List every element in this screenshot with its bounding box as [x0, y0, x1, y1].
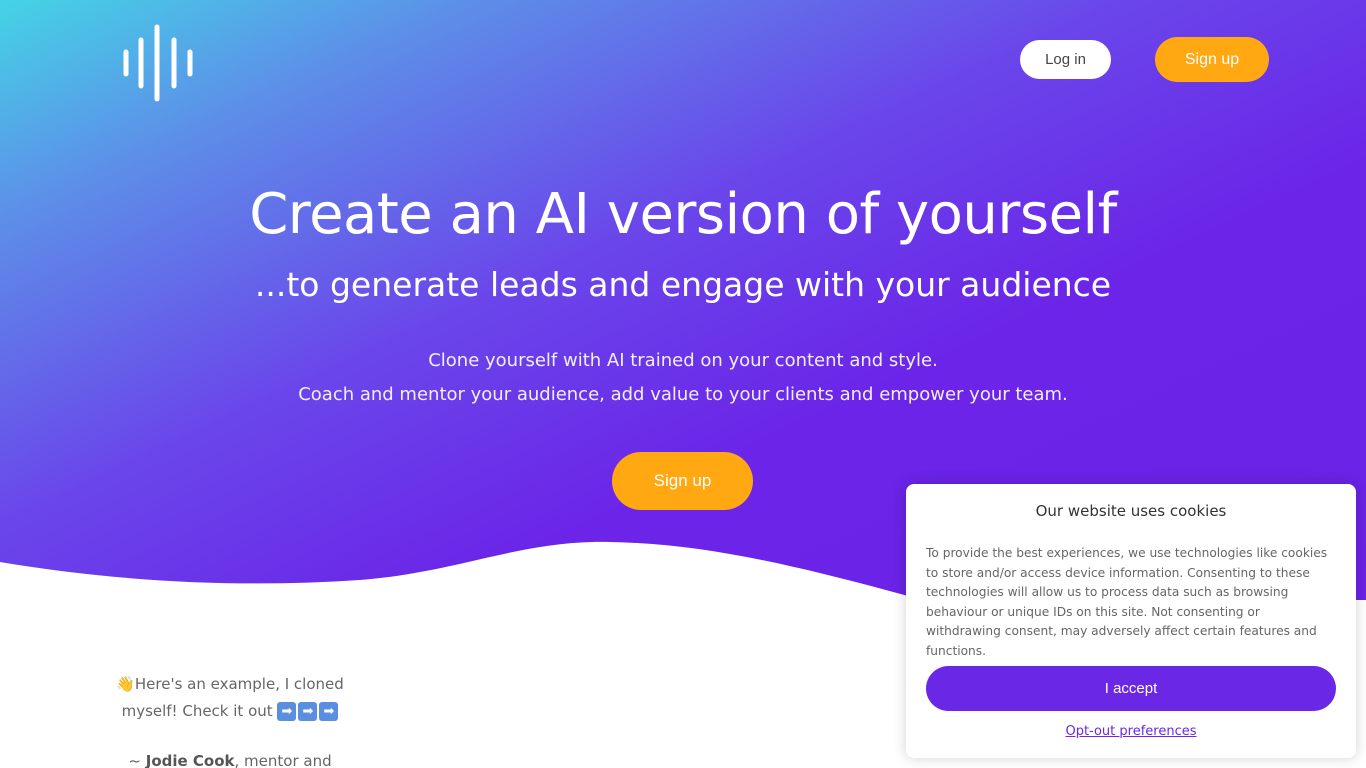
hero-subheadline: ...to generate leads and engage with you… — [254, 265, 1112, 304]
soundwave-logo-icon[interactable] — [123, 24, 193, 102]
cookie-banner-body: To provide the best experiences, we use … — [926, 546, 1328, 658]
right-arrow-icon: ➡ — [319, 702, 339, 721]
right-arrow-icon: ➡ — [298, 702, 318, 721]
hero-signup-button[interactable]: Sign up — [612, 452, 753, 510]
waving-hand-icon: 👋 — [116, 675, 135, 693]
cookie-optout-link[interactable]: Opt-out preferences — [906, 724, 1356, 739]
login-button[interactable]: Log in — [1020, 40, 1111, 79]
attribution-prefix: ~ — [128, 752, 146, 768]
header-signup-button[interactable]: Sign up — [1155, 37, 1269, 82]
cookie-accept-button[interactable]: I accept — [926, 666, 1336, 711]
example-attribution: ~ Jodie Cook, mentor and — [110, 752, 350, 768]
cookie-banner-title: Our website uses cookies — [1035, 502, 1227, 520]
hero-headline: Create an AI version of yourself — [249, 182, 1117, 247]
cookie-consent-banner: Our website uses cookies To provide the … — [906, 484, 1356, 758]
attribution-suffix: , mentor and — [234, 752, 332, 768]
example-arrows: ➡ ➡ ➡ — [277, 702, 339, 721]
hero-description-line1: Clone yourself with AI trained on your c… — [428, 350, 938, 371]
right-arrow-icon: ➡ — [277, 702, 297, 721]
hero-description-line2: Coach and mentor your audience, add valu… — [298, 384, 1068, 405]
attribution-name: Jodie Cook — [145, 752, 235, 768]
example-callout: 👋Here's an example, I cloned myself! Che… — [110, 671, 350, 725]
